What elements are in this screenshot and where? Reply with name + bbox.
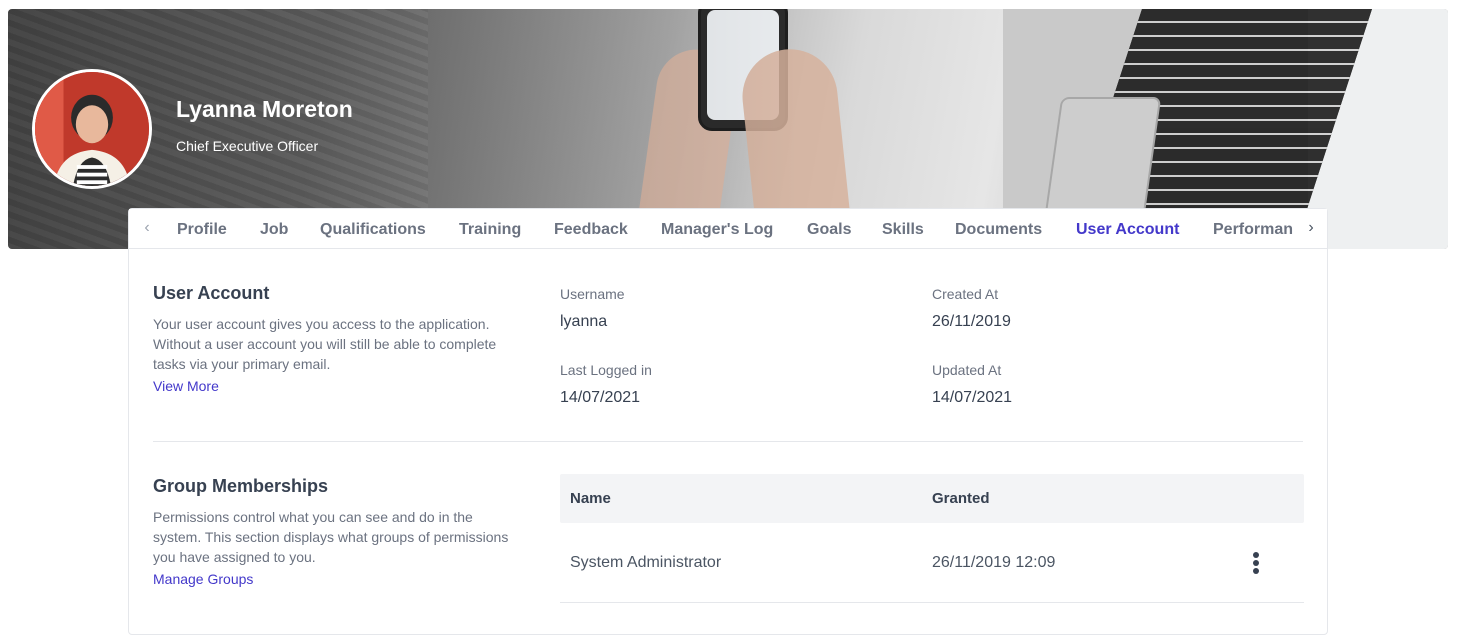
updated-at-label: Updated At — [932, 362, 1002, 378]
avatar — [32, 69, 152, 189]
tab-training[interactable]: Training — [459, 221, 521, 239]
view-more-link[interactable]: View More — [153, 378, 219, 394]
tab-user-account[interactable]: User Account — [1076, 221, 1179, 239]
created-at-value: 26/11/2019 — [932, 313, 1011, 330]
tab-job[interactable]: Job — [260, 221, 288, 239]
group-memberships-heading: Group Memberships — [153, 476, 329, 496]
tab-bar: ‹ Profile Job Qualifications Training Fe… — [129, 209, 1327, 249]
group-name-cell: System Administrator — [570, 554, 722, 571]
last-logged-label: Last Logged in — [560, 362, 652, 378]
kebab-menu-icon[interactable] — [1248, 550, 1264, 576]
manage-groups-link[interactable]: Manage Groups — [153, 571, 253, 587]
section-divider — [153, 441, 1303, 442]
tab-profile[interactable]: Profile — [177, 221, 227, 239]
profile-card: ‹ Profile Job Qualifications Training Fe… — [128, 208, 1328, 635]
tab-qualifications[interactable]: Qualifications — [320, 221, 426, 239]
created-at-label: Created At — [932, 286, 999, 302]
username-value: lyanna — [560, 313, 608, 330]
profile-name: Lyanna Moreton — [176, 96, 353, 122]
updated-at-value: 14/07/2021 — [932, 389, 1013, 406]
table-row: System Administrator 26/11/2019 12:09 — [560, 523, 1304, 603]
last-logged-value: 14/07/2021 — [560, 389, 641, 406]
column-header-granted: Granted — [932, 490, 990, 507]
tab-goals[interactable]: Goals — [807, 221, 851, 239]
tab-performance[interactable]: Performan — [1213, 221, 1293, 239]
column-header-name: Name — [570, 490, 611, 507]
user-account-description: Your user account gives you access to th… — [153, 316, 497, 372]
user-account-heading: User Account — [153, 283, 270, 303]
tab-documents[interactable]: Documents — [955, 221, 1042, 239]
group-memberships-description: Permissions control what you can see and… — [153, 509, 509, 565]
tab-skills[interactable]: Skills — [882, 221, 924, 239]
chevron-left-icon[interactable]: ‹ — [137, 219, 157, 237]
avatar-image — [35, 72, 149, 186]
profile-job-title: Chief Executive Officer — [176, 138, 319, 154]
chevron-right-icon[interactable]: › — [1301, 219, 1321, 237]
granted-date-cell: 26/11/2019 12:09 — [932, 554, 1056, 571]
table-header: Name Granted — [560, 474, 1304, 523]
tab-feedback[interactable]: Feedback — [554, 221, 628, 239]
username-label: Username — [560, 286, 625, 302]
tab-managers-log[interactable]: Manager's Log — [661, 221, 773, 239]
